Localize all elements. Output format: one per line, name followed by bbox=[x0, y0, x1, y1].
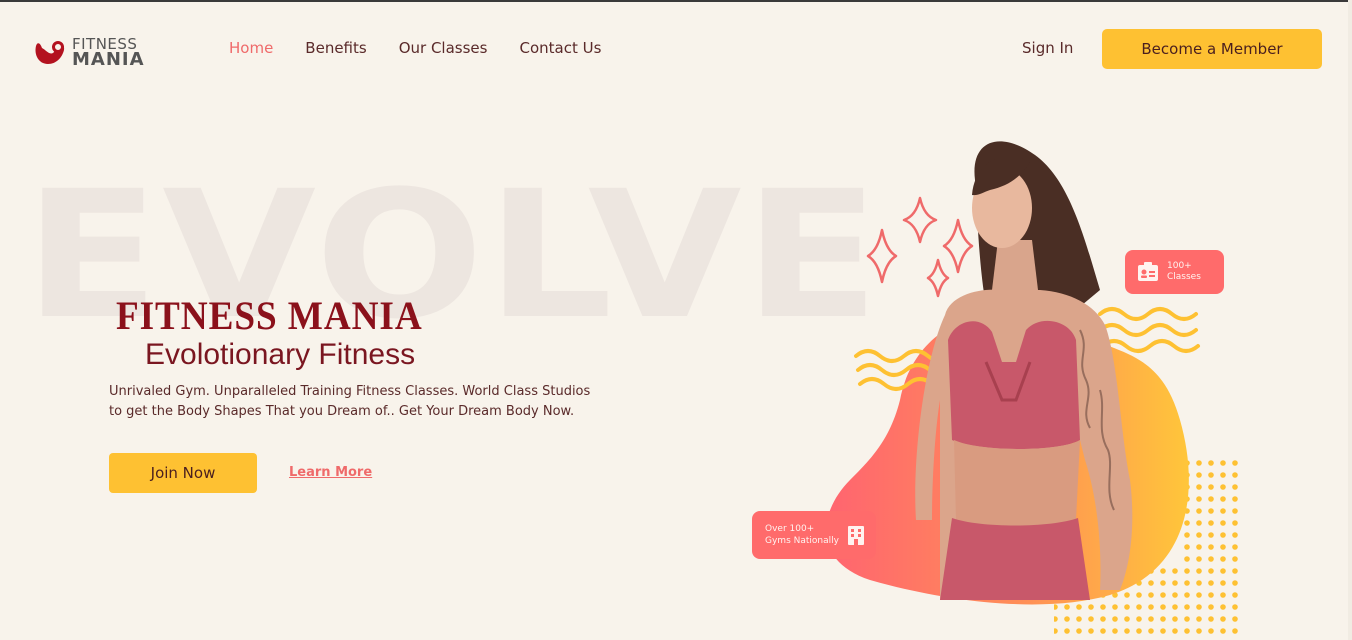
gyms-badge: Over 100+ Gyms Nationally bbox=[752, 511, 876, 559]
learn-more-link[interactable]: Learn More bbox=[289, 465, 372, 480]
hero-description: Unrivaled Gym. Unparalleled Training Fit… bbox=[109, 382, 599, 422]
logo[interactable]: FITNESS MANIA bbox=[32, 36, 145, 70]
id-card-icon bbox=[1138, 262, 1158, 281]
hero-description-line2: to get the Body Shapes That you Dream of… bbox=[109, 404, 575, 419]
become-member-button[interactable]: Become a Member bbox=[1102, 29, 1322, 69]
logo-text: FITNESS MANIA bbox=[72, 37, 145, 70]
wavy-lines-right bbox=[1098, 307, 1200, 353]
nav-home[interactable]: Home bbox=[229, 39, 273, 57]
classes-badge-line2: Classes bbox=[1167, 272, 1201, 282]
nav-contact-us[interactable]: Contact Us bbox=[519, 39, 601, 57]
main-nav: Home Benefits Our Classes Contact Us bbox=[229, 39, 601, 57]
join-now-button[interactable]: Join Now bbox=[109, 453, 257, 493]
nav-our-classes[interactable]: Our Classes bbox=[399, 39, 488, 57]
gyms-badge-line1: Over 100+ bbox=[765, 524, 815, 534]
gyms-badge-text: Over 100+ Gyms Nationally bbox=[765, 523, 839, 547]
classes-badge: 100+ Classes bbox=[1125, 250, 1224, 294]
nav-benefits[interactable]: Benefits bbox=[305, 39, 366, 57]
scrollbar-track[interactable] bbox=[1348, 0, 1352, 640]
hero-description-line1: Unrivaled Gym. Unparalleled Training Fit… bbox=[109, 384, 591, 399]
hero-subtitle: Evolotionary Fitness bbox=[145, 338, 416, 371]
logo-line2: MANIA bbox=[72, 49, 145, 70]
hero-illustration bbox=[826, 141, 1238, 636]
classes-badge-text: 100+ Classes bbox=[1167, 261, 1201, 283]
hero-title: FITNESS MANIA bbox=[116, 293, 423, 338]
window-top-border bbox=[0, 0, 1352, 2]
gyms-badge-line2: Gyms Nationally bbox=[765, 536, 839, 546]
sign-in-link[interactable]: Sign In bbox=[1022, 39, 1073, 57]
sparkle-icons bbox=[866, 196, 974, 298]
flexed-arm-logo-icon bbox=[35, 41, 65, 64]
woman-figure-photo bbox=[915, 141, 1133, 600]
building-icon bbox=[847, 526, 864, 545]
classes-badge-line1: 100+ bbox=[1167, 261, 1192, 271]
